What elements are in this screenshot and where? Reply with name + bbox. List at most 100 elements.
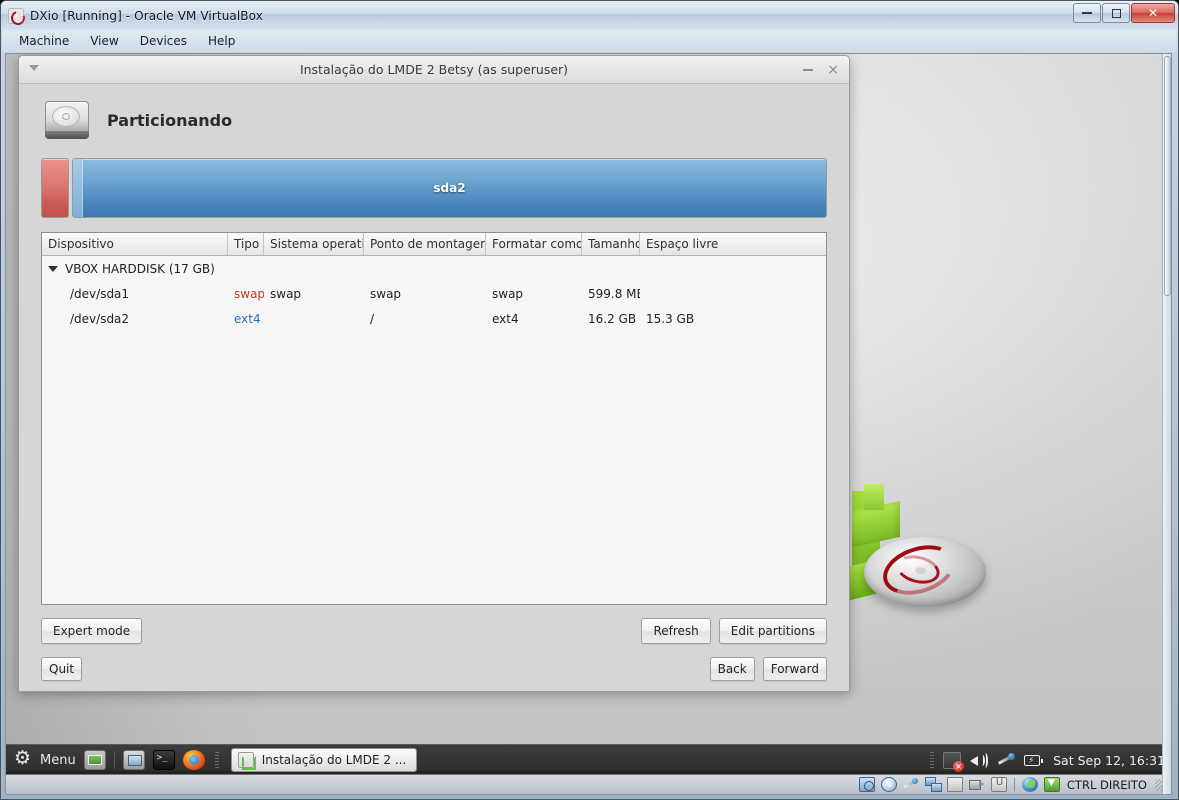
expert-mode-button[interactable]: Expert mode: [41, 618, 143, 644]
cell-device: /dev/sda1: [70, 286, 130, 301]
gear-icon[interactable]: [14, 747, 33, 769]
cell-formatar-como: swap: [492, 286, 524, 301]
menu-button-label[interactable]: Menu: [40, 753, 76, 768]
shared-folder-icon[interactable]: [946, 777, 963, 792]
close-button[interactable]: ✕: [1131, 3, 1175, 23]
dialog-navigation-row: Quit Back Forward: [41, 657, 827, 681]
files-icon[interactable]: [122, 750, 145, 770]
speaker-cone: [970, 755, 979, 766]
column-header-dispositivo[interactable]: Dispositivo: [42, 233, 228, 255]
table-row[interactable]: /dev/sda2 ext4 / ext4 16.2 GB 15.3 GB: [42, 306, 826, 331]
table-row-disk[interactable]: VBOX HARDDISK (17 GB): [42, 256, 826, 281]
chevron-down-icon[interactable]: [29, 65, 39, 71]
back-button[interactable]: Back: [709, 657, 755, 681]
harddisk-icon[interactable]: [858, 777, 875, 792]
taskbar: Menu Instalação do LMDE 2 ... ×: [6, 744, 1171, 794]
column-header-formatar-como[interactable]: Formatar como: [486, 233, 582, 255]
taskbar-main-row: Menu Instalação do LMDE 2 ... ×: [6, 745, 1171, 775]
host-key-label: CTRL DIREITO: [1066, 777, 1147, 792]
minimize-icon: [1082, 12, 1092, 14]
network-disconnected-icon[interactable]: ×: [943, 751, 965, 772]
tray-grip[interactable]: [930, 752, 935, 768]
taskbar-separator: [113, 751, 115, 769]
virtualbox-window: DXio [Running] - Oracle VM VirtualBox ✕ …: [0, 0, 1179, 800]
taskbar-window-button[interactable]: Instalação do LMDE 2 ...: [230, 748, 418, 772]
cd-icon[interactable]: [880, 777, 897, 792]
cell-espaco-livre: 15.3 GB: [646, 311, 695, 326]
wallpaper-green-block: [864, 484, 884, 510]
menu-machine[interactable]: Machine: [10, 32, 78, 50]
menu-devices[interactable]: Devices: [131, 32, 196, 50]
partition-segment-sda2[interactable]: sda2: [72, 158, 827, 218]
cell-formatar-como: ext4: [492, 311, 519, 326]
minimize-button[interactable]: [1073, 3, 1101, 23]
cell-ponto-montagem: swap: [370, 286, 402, 301]
pen-icon[interactable]: [997, 752, 1016, 769]
window-controls: ✕: [1073, 3, 1175, 23]
dialog-header: Particionando: [31, 84, 837, 152]
system-tray: × ⚡ Sat Sep 12, 16:31: [920, 745, 1165, 775]
virtualbox-window-title: DXio [Running] - Oracle VM VirtualBox: [30, 8, 263, 23]
disk-label-cell: VBOX HARDDISK (17 GB): [42, 262, 462, 276]
virtualbox-icon: [8, 7, 24, 24]
network-error-badge: ×: [953, 760, 965, 772]
wallpaper-debian-disc: [864, 536, 986, 607]
dialog-window-controls: ×: [803, 56, 839, 84]
restore-button[interactable]: [1102, 3, 1130, 23]
forward-button[interactable]: Forward: [762, 657, 827, 681]
cell-tipo: ext4: [234, 311, 261, 326]
battery-icon[interactable]: ⚡: [1024, 752, 1044, 769]
globe-icon[interactable]: [1021, 777, 1038, 792]
quit-button[interactable]: Quit: [41, 657, 83, 681]
edit-partitions-button[interactable]: Edit partitions: [718, 618, 827, 644]
terminal-icon[interactable]: [152, 750, 175, 770]
cell-sistema-operativo: swap: [270, 286, 302, 301]
column-header-ponto-de-montagem[interactable]: Ponto de montagem: [364, 233, 486, 255]
cell-tamanho: 16.2 GB: [588, 311, 637, 326]
virtualbox-menubar: Machine View Devices Help: [2, 30, 1177, 52]
usb-icon[interactable]: [903, 777, 919, 792]
vm-viewport[interactable]: Instalação do LMDE 2 Betsy (as superuser…: [5, 53, 1172, 795]
cell-ponto-montagem: /: [370, 311, 375, 326]
show-desktop-icon[interactable]: [83, 750, 106, 770]
page-title: Particionando: [107, 110, 233, 130]
firefox-icon[interactable]: [182, 750, 205, 770]
harddisk-icon: [43, 98, 91, 142]
taskbar-grip[interactable]: [214, 752, 219, 768]
refresh-button[interactable]: Refresh: [641, 618, 711, 644]
green-arrow-icon[interactable]: [1043, 777, 1060, 792]
harddisk-spindle: [62, 113, 70, 120]
volume-icon[interactable]: [970, 752, 989, 769]
taskbar-window-label: Instalação do LMDE 2 ...: [261, 753, 407, 767]
dialog-close-button[interactable]: ×: [827, 63, 839, 77]
virtualbox-titlebar: DXio [Running] - Oracle VM VirtualBox ✕: [1, 1, 1178, 30]
table-row[interactable]: /dev/sda1 swap swap swap swap 599.8 MB: [42, 281, 826, 306]
dialog-minimize-button[interactable]: [803, 69, 814, 71]
partition-bar: sda2: [41, 158, 827, 218]
column-header-tipo[interactable]: Tipo: [228, 233, 264, 255]
dialog-titlebar: Instalação do LMDE 2 Betsy (as superuser…: [19, 56, 849, 84]
cell-device: /dev/sda2: [70, 311, 130, 326]
status-separator: [1013, 778, 1015, 791]
pen-glyph: [998, 752, 1016, 767]
vm-scrollbar-thumb[interactable]: [1164, 56, 1171, 296]
partition-segment-sda1[interactable]: [41, 158, 69, 218]
video-capture-icon[interactable]: [968, 777, 985, 792]
triangle-down-icon[interactable]: [48, 266, 58, 272]
column-header-sistema-operativo[interactable]: Sistema operativo: [264, 233, 364, 255]
disc-hole: [916, 568, 925, 573]
network-icon[interactable]: [924, 777, 942, 792]
column-header-espaco-livre[interactable]: Espaço livre: [640, 233, 826, 255]
menu-view[interactable]: View: [81, 32, 127, 50]
vm-vertical-scrollbar[interactable]: [1162, 54, 1171, 794]
dialog-body: Particionando sda2 Dispositivo Tipo Sist…: [19, 84, 849, 691]
menu-help[interactable]: Help: [199, 32, 244, 50]
column-header-tamanho[interactable]: Tamanho: [582, 233, 640, 255]
disk-label: VBOX HARDDISK (17 GB): [65, 261, 215, 276]
cpu-icon[interactable]: [990, 777, 1007, 792]
clock[interactable]: Sat Sep 12, 16:31: [1053, 753, 1165, 768]
partition-table[interactable]: Dispositivo Tipo Sistema operativo Ponto…: [41, 232, 827, 605]
speaker-wave: [983, 752, 989, 768]
cell-tipo: swap: [234, 286, 264, 301]
cell-tamanho: 599.8 MB: [588, 286, 640, 301]
